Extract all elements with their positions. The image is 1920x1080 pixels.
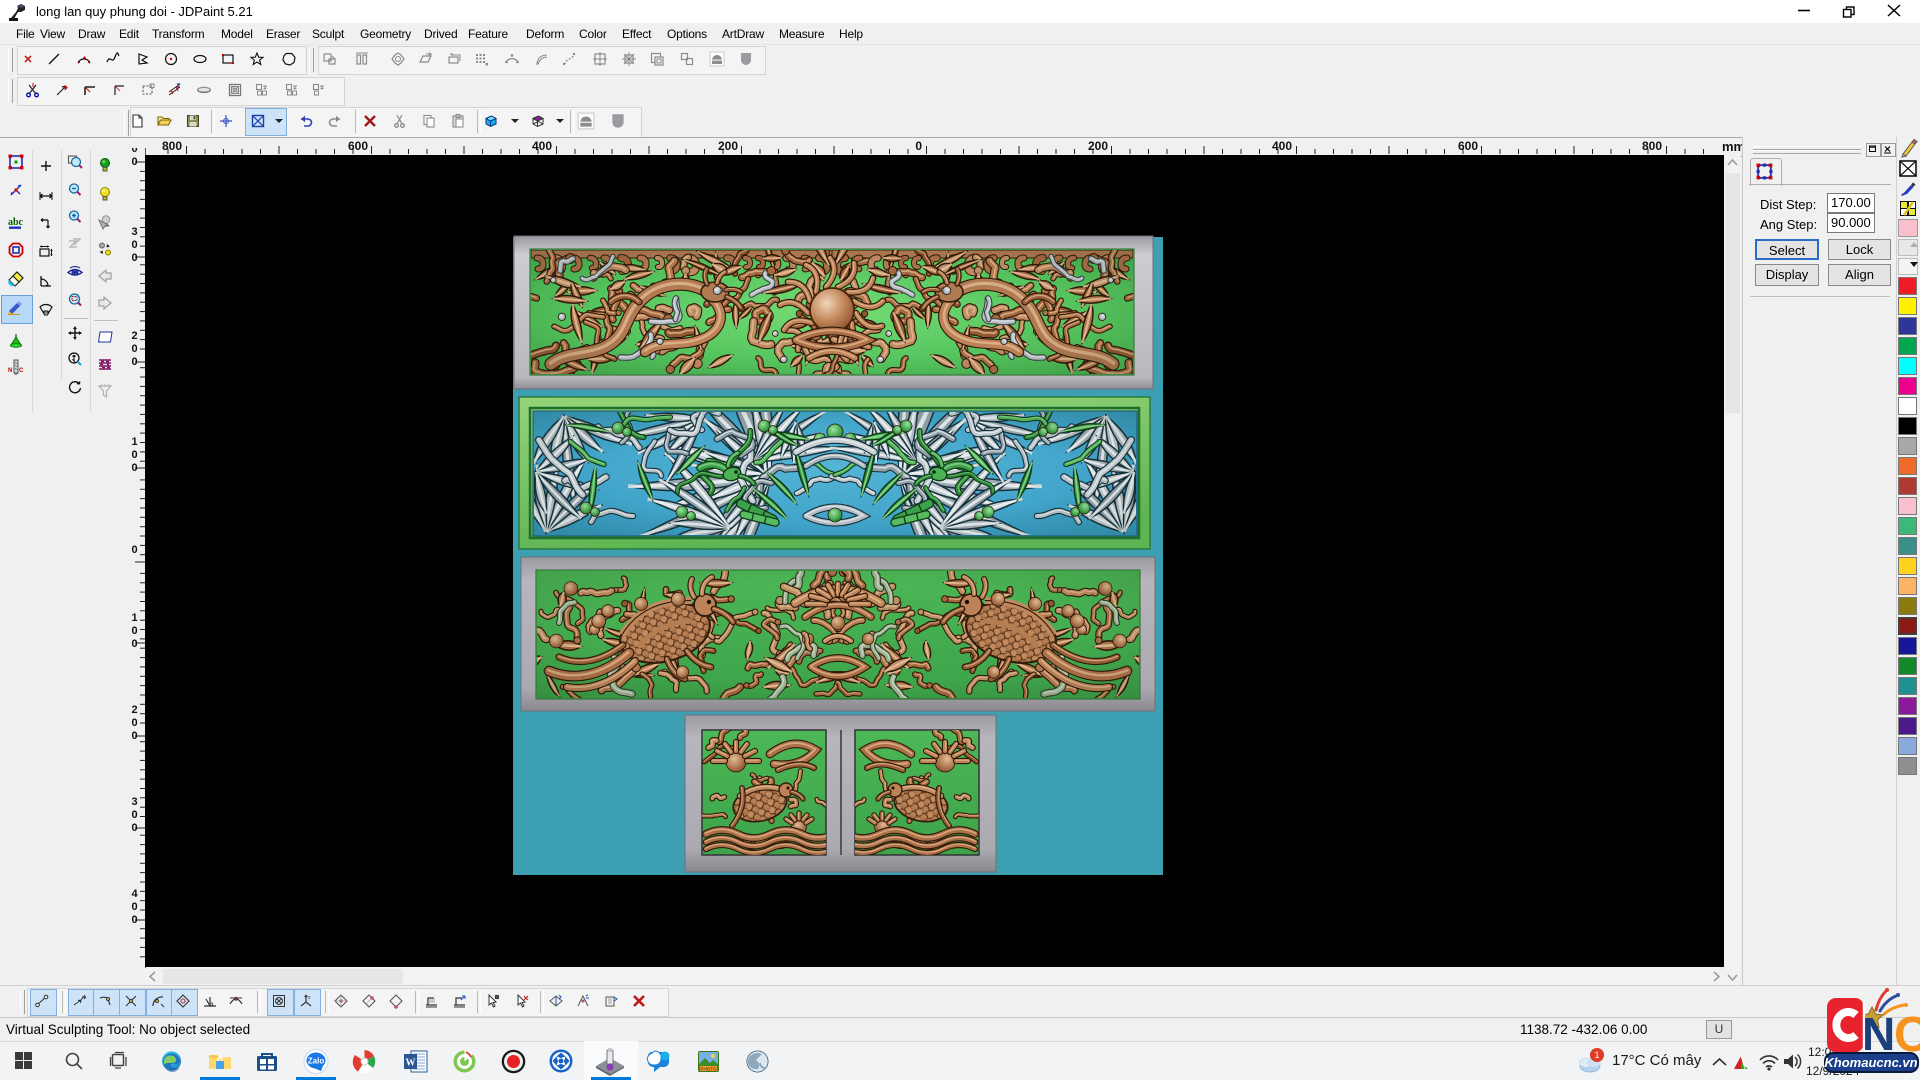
svg-text:PHOTO: PHOTO <box>701 1067 717 1072</box>
svg-text:abc: abc <box>8 217 24 228</box>
svg-text:Khomaucnc.vn: Khomaucnc.vn <box>1824 1055 1917 1070</box>
svg-text:z: z <box>308 995 311 1001</box>
svg-text:N: N <box>8 368 12 374</box>
svg-text:C: C <box>19 368 24 374</box>
svg-text:Zalo: Zalo <box>308 1057 325 1066</box>
svg-text:W: W <box>406 1058 416 1069</box>
svg-text:1: 1 <box>1594 1050 1599 1060</box>
